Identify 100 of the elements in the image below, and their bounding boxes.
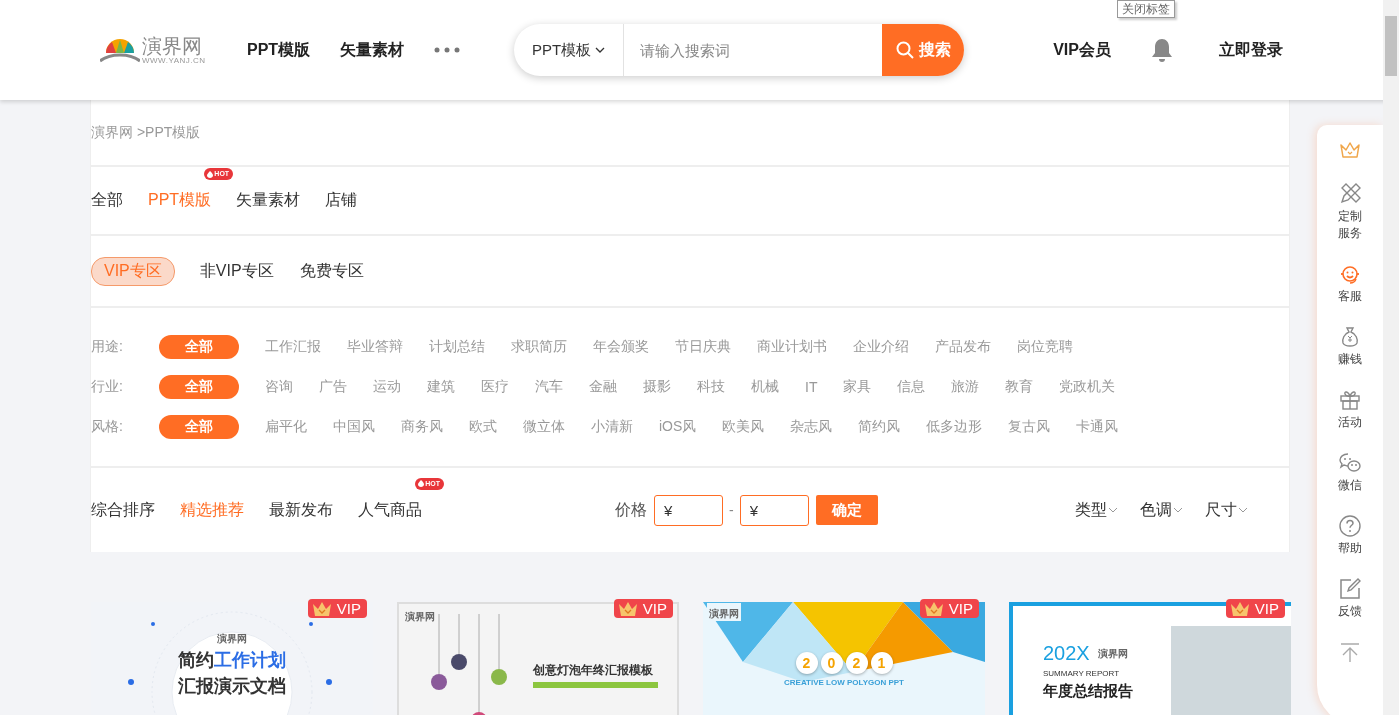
filter-option[interactable]: 旅游 [951, 378, 980, 396]
zone-tab[interactable]: VIP专区 [91, 256, 175, 286]
sort-option[interactable]: 最新发布 [269, 499, 333, 521]
filter-option[interactable]: 扁平化 [265, 418, 307, 436]
filter-option[interactable]: 欧美风 [722, 418, 765, 436]
help-icon [1338, 514, 1362, 538]
filter-dropdown[interactable]: 类型 [1075, 499, 1118, 521]
filter-option[interactable]: 简约风 [858, 418, 901, 436]
filter-option[interactable]: 微立体 [523, 418, 565, 436]
logo-text: 演界网 [217, 632, 247, 646]
filter-label: 风格: [91, 418, 124, 436]
slide-caption: SUMMARY REPORT [1043, 669, 1120, 678]
filter-option[interactable]: 欧式 [469, 418, 497, 436]
side-menu-item[interactable]: 定制服务 [1338, 182, 1362, 242]
filter-option[interactable]: 全部 [159, 415, 239, 439]
filter-option[interactable]: 汽车 [535, 378, 563, 396]
filter-option[interactable]: 全部 [159, 335, 239, 359]
min-price-field[interactable]: ¥ [654, 494, 723, 526]
filter-option[interactable]: 工作汇报 [265, 338, 321, 356]
breadcrumb: 演界网 >PPT模版 [91, 123, 201, 142]
logo-domain: WWW.YANJ.CN [142, 55, 206, 65]
bell-icon[interactable] [1150, 37, 1173, 63]
vip-link[interactable]: VIP会员 [1053, 39, 1111, 61]
filter-option[interactable]: 商业计划书 [757, 338, 827, 356]
filter-option[interactable]: 杂志风 [790, 418, 833, 436]
side-menu-item[interactable]: 帮助 [1338, 514, 1362, 557]
filter-option[interactable]: iOS风 [659, 418, 697, 436]
chevron-down-icon [595, 47, 606, 53]
filter-label: 用途: [91, 338, 124, 356]
filter-option[interactable]: 医疗 [481, 378, 509, 396]
category-tab[interactable]: 矢量素材 [236, 190, 301, 211]
filter-option[interactable]: 广告 [319, 378, 347, 396]
range-separator: - [729, 502, 734, 518]
side-menu-item[interactable]: 赚钱 [1338, 325, 1362, 368]
chevron-down-icon [1108, 507, 1118, 513]
zone-tab[interactable]: 非VIP专区 [198, 256, 275, 286]
side-menu-item[interactable]: 微信 [1338, 451, 1362, 494]
logo-text[interactable]: 演界网 [142, 35, 206, 56]
filter-option[interactable]: 岗位竞聘 [1017, 338, 1073, 356]
scrollbar[interactable] [1383, 0, 1399, 715]
filter-option[interactable]: IT [805, 379, 818, 395]
logo-text: 演界网 [405, 611, 435, 622]
filter-option[interactable]: 机械 [751, 378, 779, 396]
filter-option[interactable]: 年会颁奖 [593, 338, 649, 356]
filter-option[interactable]: 信息 [897, 378, 926, 396]
slide-caption: CREATIVE LOW POLYGON PPT [784, 678, 904, 687]
filter-dropdown[interactable]: 色调 [1140, 499, 1183, 521]
side-menu-item[interactable]: 活动 [1338, 388, 1362, 431]
filter-dropdown[interactable]: 尺寸 [1205, 499, 1248, 521]
edit-icon [1338, 577, 1362, 601]
filter-label: 行业: [91, 378, 124, 396]
filter-option[interactable]: 摄影 [643, 378, 671, 396]
nav-link[interactable]: PPT模版 [247, 39, 311, 61]
logo-text: 演界网 [709, 608, 739, 619]
filter-option[interactable]: 产品发布 [935, 338, 991, 356]
login-link[interactable]: 立即登录 [1218, 39, 1283, 61]
search-icon [895, 41, 914, 59]
slide-subtitle: 汇报演示文档 [178, 675, 286, 698]
max-price-field[interactable]: ¥ [739, 494, 809, 526]
slide-title: 简约工作计划 [178, 649, 286, 672]
filter-option[interactable]: 运动 [373, 378, 401, 396]
slide-year: 202X [1043, 642, 1090, 665]
filter-option[interactable]: 低多边形 [926, 418, 983, 436]
nav-link[interactable]: 矢量素材 [340, 39, 405, 61]
category-tab[interactable]: 店铺 [325, 190, 358, 211]
filter-option[interactable]: 金融 [589, 378, 617, 396]
search-button[interactable]: 搜索 [882, 24, 965, 76]
side-menu-item[interactable]: 反馈 [1338, 577, 1362, 620]
filter-option[interactable]: 科技 [697, 378, 725, 396]
back-to-top-icon[interactable] [1338, 640, 1362, 664]
filter-option[interactable]: 计划总结 [429, 338, 485, 356]
vip-badge: VIP [307, 599, 367, 618]
vip-badge: VIP [919, 599, 979, 618]
search-field[interactable]: 请输入搜索词 [624, 24, 883, 76]
gift-icon [1338, 388, 1362, 412]
filter-option[interactable]: 毕业答辩 [347, 338, 403, 356]
filter-option[interactable]: 党政机关 [1059, 378, 1116, 396]
filter-option[interactable]: 小清新 [591, 418, 633, 436]
filter-option[interactable]: 复古风 [1008, 418, 1051, 436]
pencil-ruler-icon [1338, 182, 1362, 206]
filter-option[interactable]: 卡通风 [1076, 418, 1119, 436]
filter-option[interactable]: 全部 [159, 375, 239, 399]
filter-option[interactable]: 节日庆典 [675, 338, 731, 356]
logo-icon [100, 37, 140, 63]
filter-option[interactable]: 家具 [843, 378, 872, 396]
confirm-button[interactable]: 确定 [815, 495, 878, 525]
filter-option[interactable]: 企业介绍 [853, 338, 909, 356]
category-tab[interactable]: 全部 [91, 190, 123, 211]
filter-option[interactable]: 中国风 [333, 418, 375, 436]
filter-option[interactable]: 建筑 [427, 378, 455, 396]
filter-option[interactable]: 咨询 [265, 378, 293, 396]
filter-option[interactable]: 求职简历 [511, 338, 567, 356]
zone-tab[interactable]: 免费专区 [298, 256, 365, 286]
logo-text: 演界网 [1097, 646, 1128, 661]
filter-option[interactable]: 教育 [1005, 378, 1034, 396]
filter-option[interactable]: 商务风 [401, 418, 443, 436]
more-icon[interactable] [434, 47, 461, 53]
sort-option[interactable]: 精选推荐 [180, 499, 244, 521]
sort-option[interactable]: 综合排序 [91, 499, 155, 521]
side-menu-item[interactable]: 客服 [1338, 262, 1362, 305]
